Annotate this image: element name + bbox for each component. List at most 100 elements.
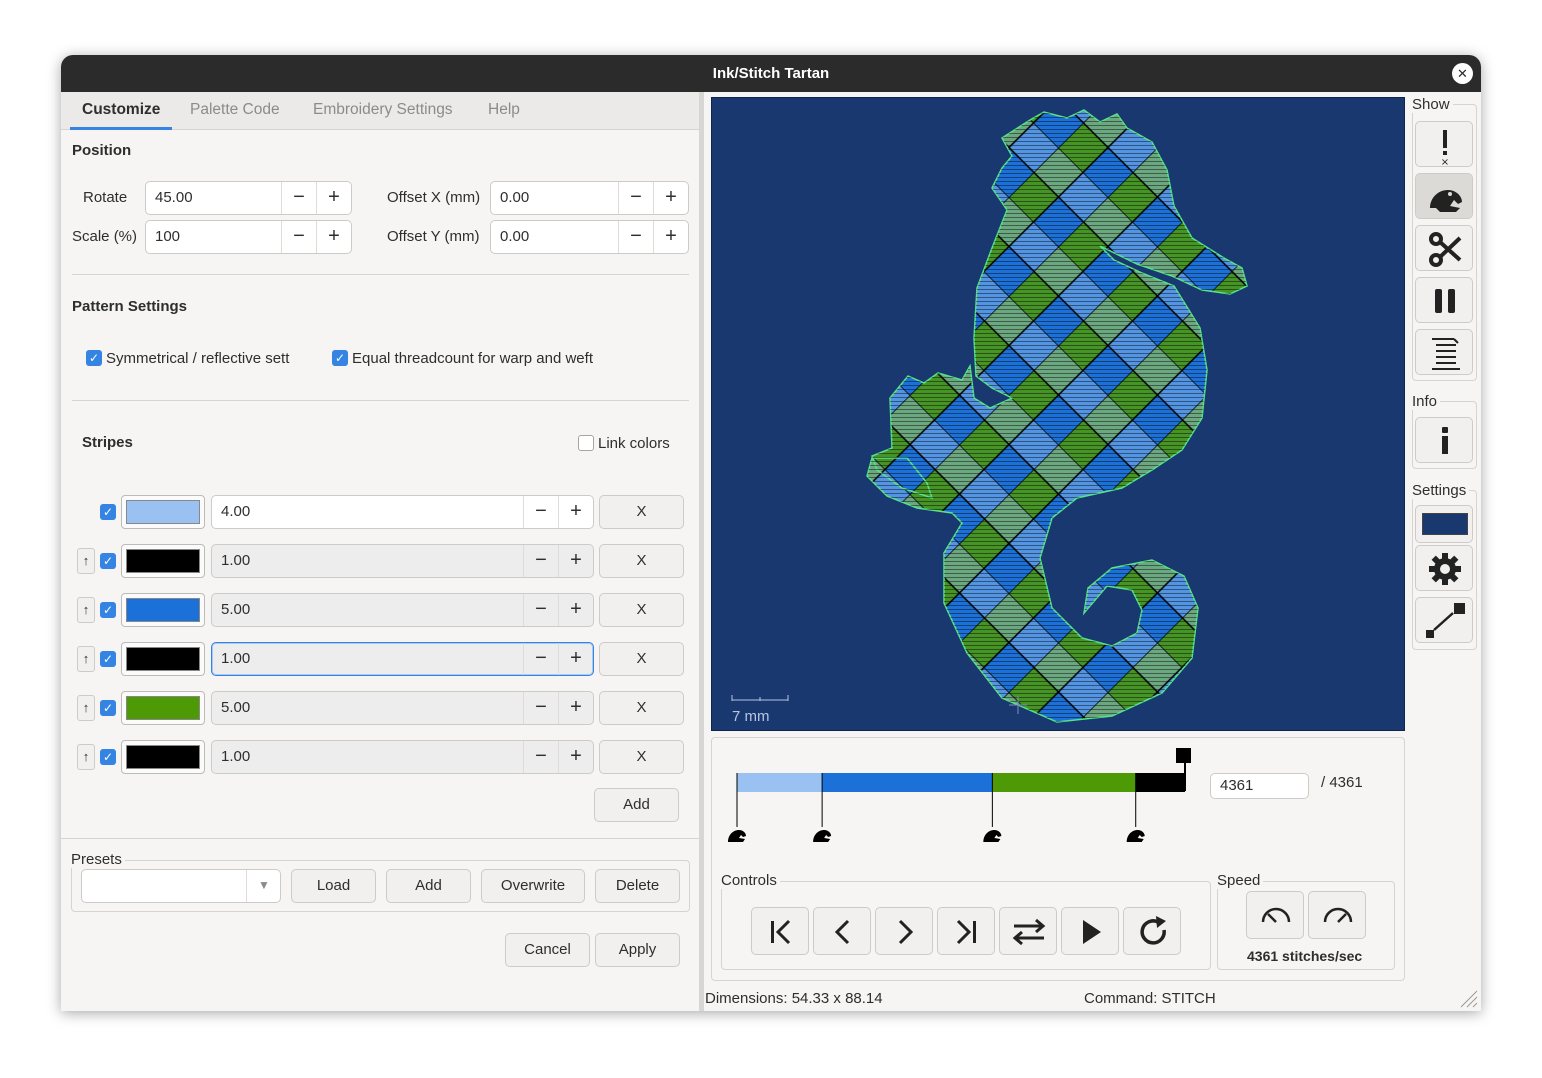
frog-icon[interactable]: [813, 830, 832, 842]
remove-stripe-button[interactable]: X: [599, 740, 684, 774]
apply-button[interactable]: Apply: [595, 933, 680, 967]
stripe-color-button[interactable]: [121, 691, 205, 725]
stripe-enabled-checkbox[interactable]: ✓: [100, 553, 116, 569]
preset-select[interactable]: ▼: [81, 869, 281, 903]
jump-stitch-toggle[interactable]: ×: [1415, 121, 1473, 168]
needle-position-button[interactable]: [1415, 597, 1473, 643]
pane-divider[interactable]: [699, 92, 704, 1011]
add-preset-button[interactable]: Add: [386, 869, 471, 903]
separator: [61, 838, 699, 839]
tab-palette-code[interactable]: Palette Code: [190, 92, 280, 130]
cancel-button[interactable]: Cancel: [505, 933, 590, 967]
load-preset-button[interactable]: Load: [291, 869, 376, 903]
offset-y-input[interactable]: 0.00: [500, 228, 529, 245]
stripe-increase-button[interactable]: +: [558, 643, 593, 675]
background-color-button[interactable]: [1415, 505, 1473, 543]
frog-icon[interactable]: [1126, 830, 1145, 842]
tab-help[interactable]: Help: [488, 92, 520, 130]
stripe-enabled-checkbox[interactable]: ✓: [100, 700, 116, 716]
cut-toggle[interactable]: [1415, 225, 1473, 271]
faster-button[interactable]: [1308, 891, 1366, 939]
move-up-button[interactable]: ↑: [77, 695, 95, 721]
stripe-width-input[interactable]: 5.00: [221, 601, 250, 618]
rotate-decrease-button[interactable]: −: [281, 182, 316, 214]
stripe-width-input[interactable]: 4.00: [221, 503, 250, 520]
equal-threadcount-checkbox[interactable]: ✓: [332, 350, 348, 366]
chevron-down-icon[interactable]: ▼: [246, 870, 281, 902]
remove-stripe-button[interactable]: X: [599, 691, 684, 725]
stripe-enabled-checkbox[interactable]: ✓: [100, 651, 116, 667]
play-button[interactable]: [1061, 907, 1119, 955]
add-stripe-button[interactable]: Add: [594, 788, 679, 822]
info-button[interactable]: [1415, 417, 1473, 463]
stripe-color-button[interactable]: [121, 495, 205, 529]
next-button[interactable]: [875, 907, 933, 955]
stripe-width-input[interactable]: 1.00: [221, 650, 250, 667]
stripe-decrease-button[interactable]: −: [523, 692, 558, 724]
previous-button[interactable]: [813, 907, 871, 955]
stripe-decrease-button[interactable]: −: [523, 496, 558, 528]
first-button[interactable]: [751, 907, 809, 955]
stripe-width-input[interactable]: 1.00: [221, 552, 250, 569]
stripe-increase-button[interactable]: +: [558, 692, 593, 724]
stitch-lines-toggle[interactable]: [1415, 329, 1473, 375]
stripe-color-button[interactable]: [121, 593, 205, 627]
stripe-increase-button[interactable]: +: [558, 741, 593, 773]
move-up-button[interactable]: ↑: [77, 548, 95, 574]
remove-stripe-button[interactable]: X: [599, 495, 684, 529]
move-up-button[interactable]: ↑: [77, 597, 95, 623]
slower-button[interactable]: [1246, 891, 1304, 939]
scale-decrease-button[interactable]: −: [281, 221, 316, 253]
frog-icon[interactable]: [728, 830, 746, 842]
stop-toggle[interactable]: [1415, 277, 1473, 323]
stripe-decrease-button[interactable]: −: [523, 545, 558, 577]
remove-stripe-button[interactable]: X: [599, 593, 684, 627]
offset-y-decrease-button[interactable]: −: [618, 221, 653, 253]
stripe-decrease-button[interactable]: −: [523, 594, 558, 626]
stripe-color-button[interactable]: [121, 642, 205, 676]
rotate-input[interactable]: 45.00: [155, 189, 193, 206]
overwrite-preset-button[interactable]: Overwrite: [481, 869, 585, 903]
scale-increase-button[interactable]: +: [316, 221, 351, 253]
stripe-increase-button[interactable]: +: [558, 545, 593, 577]
move-up-button[interactable]: ↑: [77, 646, 95, 672]
last-button[interactable]: [937, 907, 995, 955]
move-up-button[interactable]: ↑: [77, 744, 95, 770]
stripe-width-input[interactable]: 5.00: [221, 699, 250, 716]
remove-stripe-button[interactable]: X: [599, 544, 684, 578]
stitch-number-input[interactable]: 4361: [1210, 773, 1309, 799]
stripe-width-input[interactable]: 1.00: [221, 748, 250, 765]
frog-icon[interactable]: [983, 830, 1002, 842]
delete-preset-button[interactable]: Delete: [595, 869, 680, 903]
stripe-decrease-button[interactable]: −: [523, 643, 558, 675]
stripe-width-spinbox: 1.00 − +: [211, 544, 594, 578]
resize-grip-icon[interactable]: [1457, 987, 1479, 1009]
trim-toggle[interactable]: [1415, 173, 1473, 219]
offset-y-increase-button[interactable]: +: [653, 221, 688, 253]
stripe-increase-button[interactable]: +: [558, 594, 593, 626]
stripe-enabled-checkbox[interactable]: ✓: [100, 749, 116, 765]
remove-stripe-button[interactable]: X: [599, 642, 684, 676]
close-icon[interactable]: ✕: [1452, 63, 1473, 84]
restart-button[interactable]: [1123, 907, 1181, 955]
stitch-preview-canvas[interactable]: 7 mm: [711, 97, 1405, 731]
skip-to-end-icon: [956, 919, 976, 945]
offset-x-input[interactable]: 0.00: [500, 189, 529, 206]
stripe-color-button[interactable]: [121, 740, 205, 774]
offset-x-increase-button[interactable]: +: [653, 182, 688, 214]
chevron-right-icon: [898, 919, 914, 945]
settings-button[interactable]: [1415, 545, 1473, 591]
stripe-enabled-checkbox[interactable]: ✓: [100, 504, 116, 520]
stripe-increase-button[interactable]: +: [558, 496, 593, 528]
stripe-enabled-checkbox[interactable]: ✓: [100, 602, 116, 618]
direction-button[interactable]: [999, 907, 1057, 955]
rotate-increase-button[interactable]: +: [316, 182, 351, 214]
link-colors-checkbox[interactable]: [578, 435, 594, 451]
tab-embroidery-settings[interactable]: Embroidery Settings: [313, 92, 453, 130]
symmetrical-checkbox[interactable]: ✓: [86, 350, 102, 366]
tab-customize[interactable]: Customize: [70, 92, 173, 130]
stripe-decrease-button[interactable]: −: [523, 741, 558, 773]
scale-input[interactable]: 100: [155, 228, 180, 245]
stripe-color-button[interactable]: [121, 544, 205, 578]
offset-x-decrease-button[interactable]: −: [618, 182, 653, 214]
